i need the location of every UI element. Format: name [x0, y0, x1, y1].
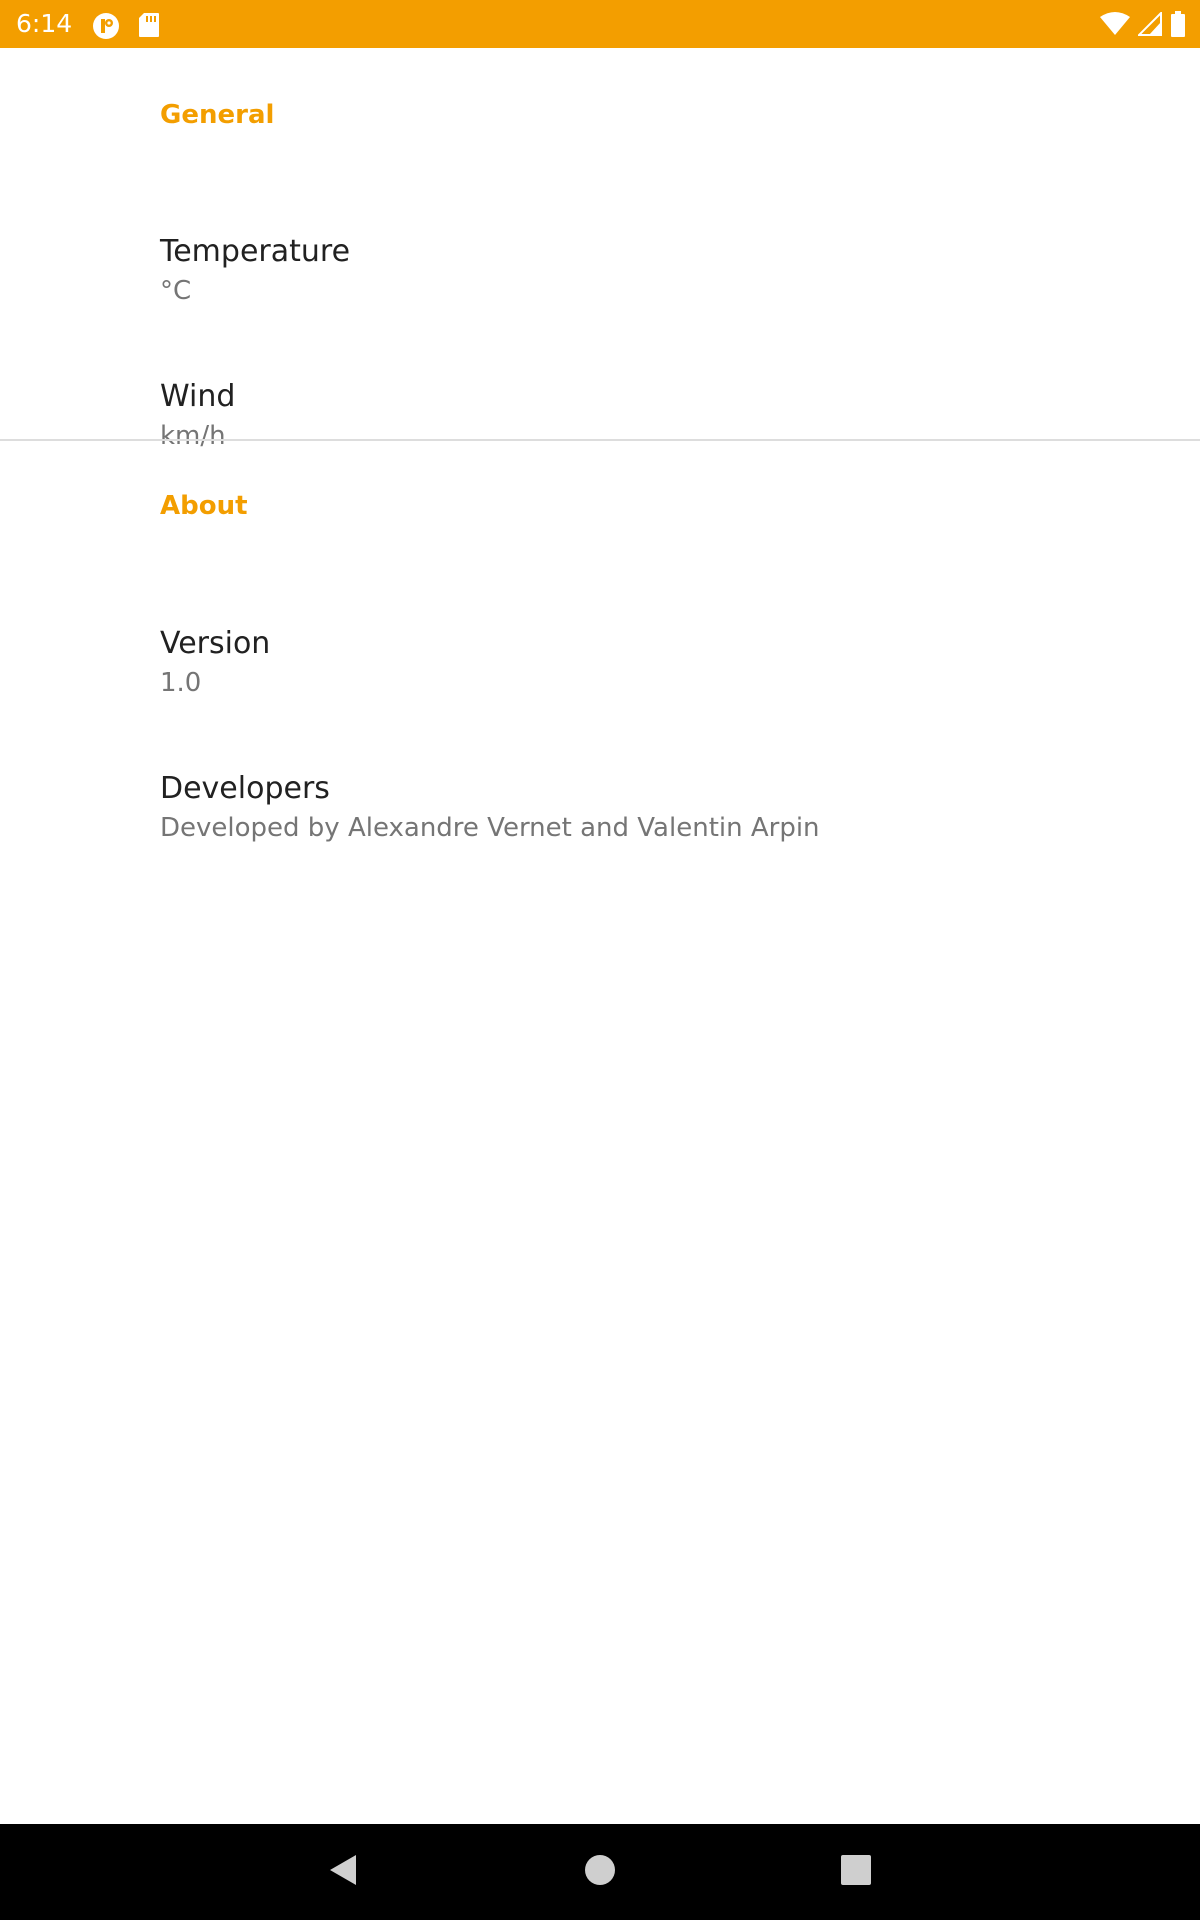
cell-signal-icon — [1136, 10, 1162, 40]
navigation-bar — [0, 1824, 1200, 1920]
recents-icon — [838, 1852, 874, 1892]
pref-temperature-summary: °C — [160, 276, 192, 306]
home-button[interactable] — [572, 1844, 628, 1900]
pref-wind-title: Wind — [160, 379, 236, 414]
pref-wind-summary: km/h — [160, 421, 226, 451]
p-app-icon — [92, 12, 120, 44]
battery-icon — [1170, 11, 1186, 41]
pref-temperature[interactable]: Temperature °C — [0, 168, 1200, 313]
status-bar: 6:14 — [0, 0, 1200, 48]
pref-developers-title: Developers — [160, 771, 330, 806]
home-icon — [582, 1852, 618, 1892]
pref-developers[interactable]: Developers Developed by Alexandre Vernet… — [0, 705, 1200, 850]
category-general-header: General — [160, 100, 275, 130]
pref-wind[interactable]: Wind km/h — [0, 313, 1200, 458]
status-right-icons — [1100, 10, 1186, 41]
back-icon — [325, 1852, 361, 1892]
pref-version-summary: 1.0 — [160, 668, 202, 698]
status-left-icons — [92, 12, 160, 44]
settings-list: General Temperature °C Wind km/h About V… — [0, 48, 1200, 1824]
section-divider — [0, 439, 1200, 441]
recents-button[interactable] — [828, 1844, 884, 1900]
sd-card-icon — [138, 12, 160, 44]
pref-developers-summary: Developed by Alexandre Vernet and Valent… — [160, 813, 820, 843]
category-about-header: About — [160, 491, 248, 521]
status-time: 6:14 — [16, 9, 73, 38]
pref-temperature-title: Temperature — [160, 234, 351, 269]
pref-version[interactable]: Version 1.0 — [0, 560, 1200, 705]
pref-version-title: Version — [160, 626, 271, 661]
wifi-icon — [1100, 12, 1130, 40]
back-button[interactable] — [315, 1844, 371, 1900]
